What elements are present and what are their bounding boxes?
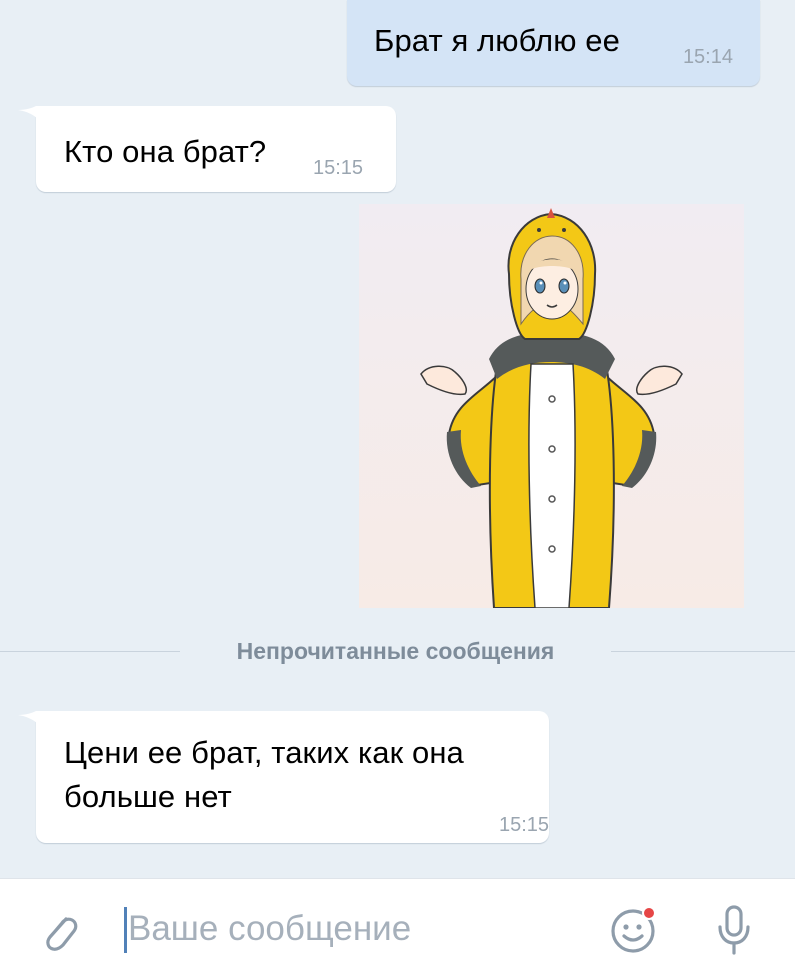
- incoming-message[interactable]: Цени ее брат, таких как она больше нет 1…: [18, 711, 550, 843]
- message-text: Кто она брат?: [64, 134, 267, 169]
- bubble-tail: [18, 106, 48, 132]
- unread-divider: Непрочитанные сообщения: [0, 636, 795, 668]
- paperclip-icon[interactable]: [36, 909, 82, 955]
- message-text: Цени ее брат, таких как она больше нет: [64, 735, 464, 814]
- unread-divider-label: Непрочитанные сообщения: [236, 638, 555, 664]
- chat-history[interactable]: Брат я люблю ее 15:14 Кто она брат? 15:1…: [0, 0, 795, 878]
- divider-line: [611, 651, 795, 652]
- divider-line: [0, 651, 180, 652]
- smiley-icon[interactable]: [607, 903, 659, 955]
- anime-girl-sticker-icon: [420, 208, 683, 608]
- message-time: 15:14: [682, 46, 733, 68]
- message-input[interactable]: [122, 899, 588, 959]
- sticker-image[interactable]: [359, 204, 744, 608]
- microphone-icon[interactable]: [715, 903, 753, 957]
- message-text: Брат я люблю ее: [374, 23, 620, 58]
- incoming-message[interactable]: Кто она брат? 15:15: [18, 106, 396, 192]
- message-composer: [0, 878, 795, 980]
- outgoing-message[interactable]: Брат я люблю ее 15:14: [347, 0, 760, 86]
- bubble-tail: [18, 711, 48, 737]
- message-time: 15:15: [499, 814, 550, 836]
- message-time: 15:15: [313, 157, 364, 179]
- notification-dot: [642, 906, 656, 920]
